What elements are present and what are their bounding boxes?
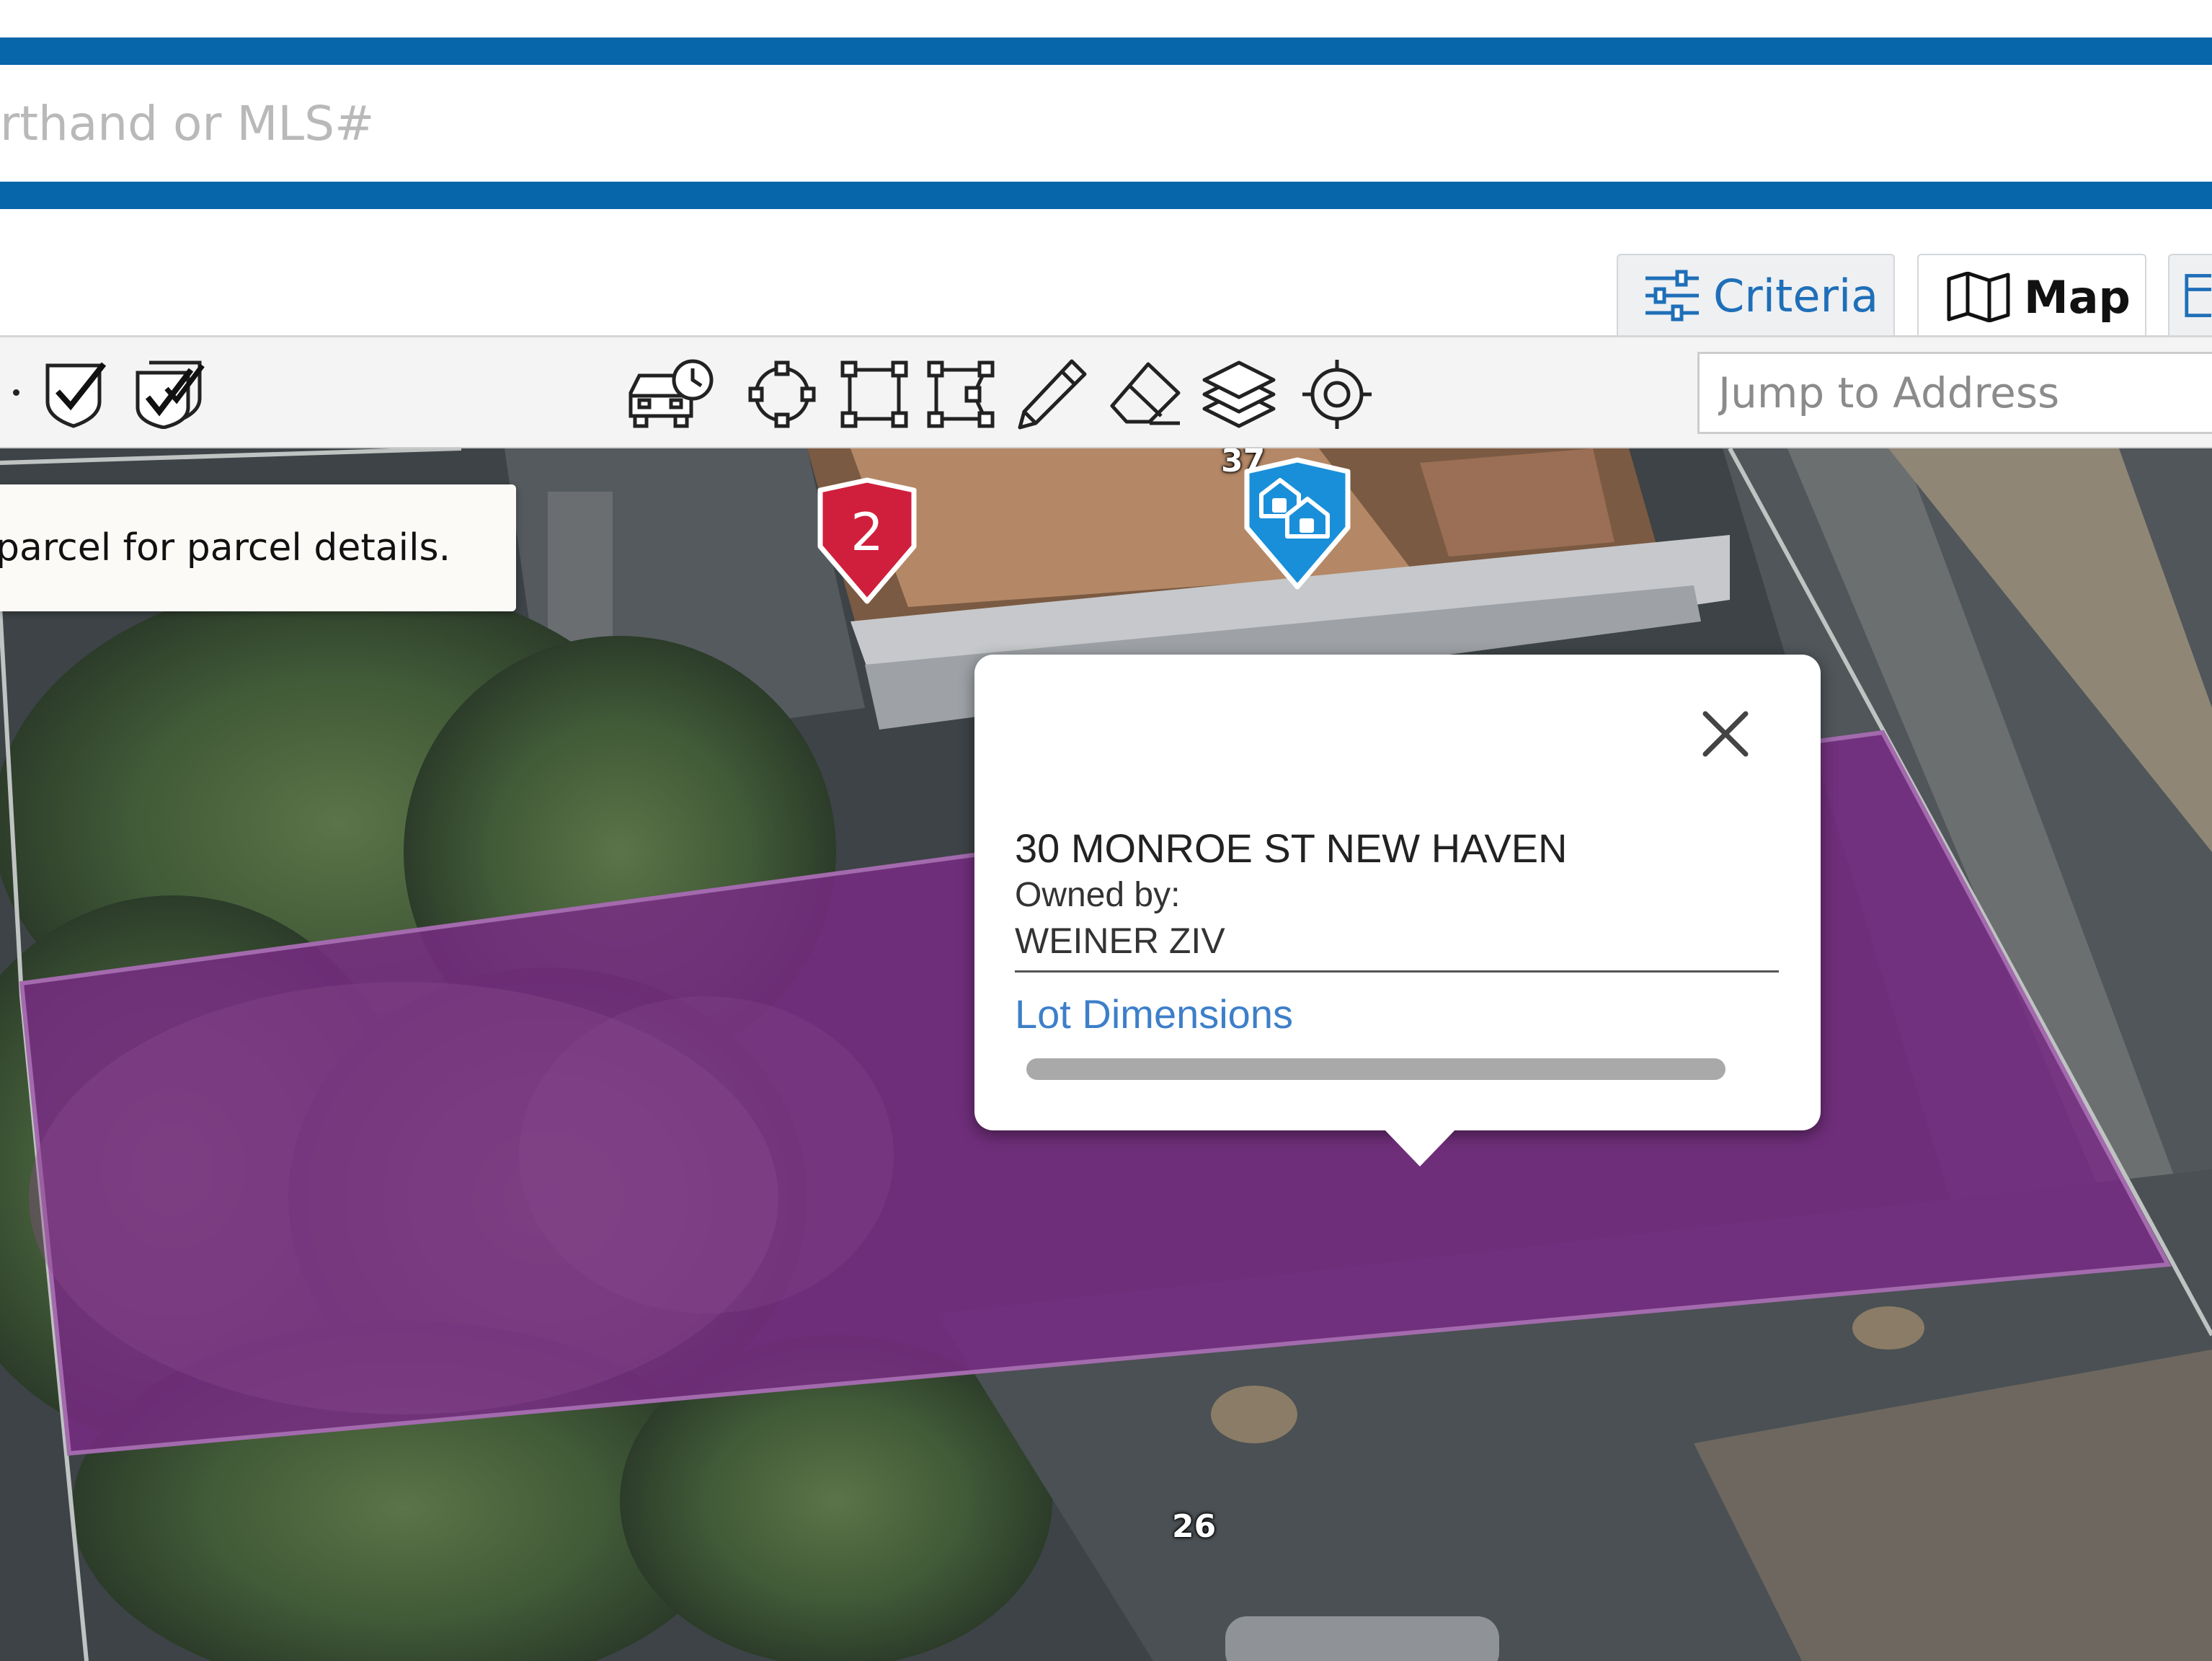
draw-circle-button[interactable] bbox=[742, 355, 822, 434]
checkbox-checked-icon bbox=[45, 362, 107, 428]
tab-list[interactable] bbox=[2168, 254, 2212, 336]
map-toolbar bbox=[0, 335, 2212, 448]
house-cluster-pin[interactable] bbox=[1240, 456, 1355, 593]
popup-divider bbox=[1015, 970, 1779, 973]
pencil-icon bbox=[1018, 359, 1087, 430]
erase-button[interactable] bbox=[1106, 355, 1185, 434]
owned-by-label: Owned by: bbox=[1015, 876, 1181, 914]
numbered-listing-pin[interactable]: 2 bbox=[813, 477, 921, 607]
drive-time-car-icon bbox=[628, 359, 714, 428]
map-icon bbox=[1947, 272, 2010, 322]
layers-button[interactable] bbox=[1199, 355, 1279, 434]
pin-number: 2 bbox=[850, 502, 884, 562]
search-bar bbox=[0, 0, 2212, 216]
drive-time-button[interactable] bbox=[621, 355, 722, 434]
map-canvas[interactable]: parcel for parcel details. 37 26 2 30 MO… bbox=[0, 448, 2212, 1661]
jump-to-address-input[interactable] bbox=[1697, 352, 2212, 434]
parcel-popup: 30 MONROE ST NEW HAVEN Owned by: WEINER … bbox=[974, 655, 1821, 1166]
owner-name: WEINER ZIV bbox=[1015, 921, 1225, 961]
tab-criteria-label: Criteria bbox=[1713, 269, 1879, 322]
close-icon[interactable] bbox=[1697, 705, 1754, 763]
loading-progress-fill bbox=[1026, 1058, 1725, 1080]
layers-icon bbox=[1202, 360, 1276, 428]
draw-polygon-button[interactable] bbox=[921, 355, 1000, 434]
parcel-address: 30 MONROE ST NEW HAVEN bbox=[1015, 825, 1568, 871]
house-cluster-icon bbox=[1244, 457, 1351, 590]
tab-map-label: Map bbox=[2024, 270, 2131, 324]
draw-rectangle-button[interactable] bbox=[835, 355, 914, 434]
freehand-draw-button[interactable] bbox=[1012, 355, 1091, 434]
lot-dimensions-link[interactable]: Lot Dimensions bbox=[1015, 991, 1293, 1037]
search-border-top bbox=[0, 37, 2212, 65]
loading-progress-bar bbox=[1026, 1058, 1725, 1080]
list-view-icon bbox=[2185, 274, 2211, 317]
map-hint-text: parcel for parcel details. bbox=[0, 526, 451, 570]
locate-target-icon bbox=[1302, 360, 1372, 429]
locate-button[interactable] bbox=[1297, 355, 1377, 434]
draw-rectangle-icon bbox=[840, 360, 908, 428]
tab-map[interactable]: Map bbox=[1917, 254, 2146, 339]
tab-criteria[interactable]: Criteria bbox=[1617, 254, 1895, 336]
popup-pointer bbox=[1382, 1128, 1457, 1166]
eraser-icon bbox=[1110, 362, 1181, 425]
search-border-bottom bbox=[0, 182, 2212, 209]
map-hint-tooltip: parcel for parcel details. bbox=[0, 484, 516, 611]
select-checked-button[interactable] bbox=[35, 355, 114, 434]
select-multi-checked-button[interactable] bbox=[130, 355, 209, 434]
toolbar-overflow-dot bbox=[13, 389, 19, 396]
sliders-icon bbox=[1645, 270, 1699, 322]
draw-polygon-icon bbox=[927, 360, 995, 428]
house-number-label: 26 bbox=[1172, 1508, 1217, 1545]
search-input[interactable] bbox=[0, 65, 2212, 182]
checkbox-multi-checked-icon bbox=[136, 360, 205, 429]
draw-circle-icon bbox=[748, 360, 816, 428]
